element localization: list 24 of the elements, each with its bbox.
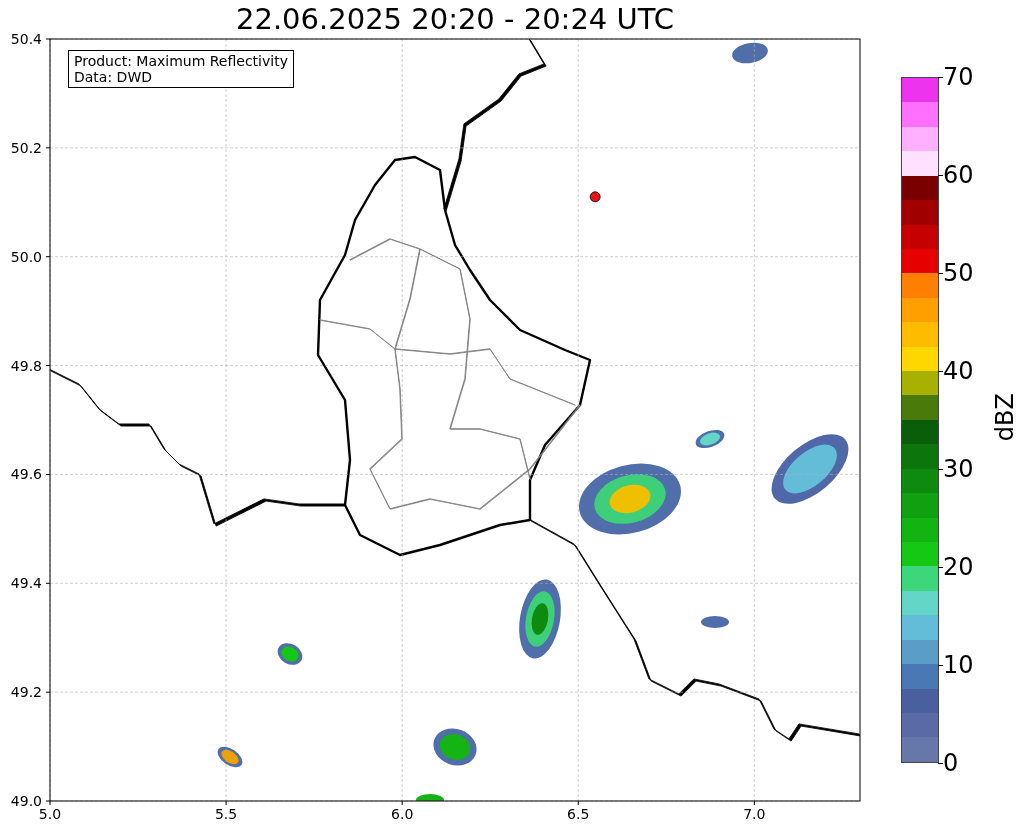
legend-text: Product: Maximum Reflectivity bbox=[74, 53, 288, 69]
colorbar-tick-label: 50 bbox=[943, 261, 974, 285]
x-tick-label: 6.5 bbox=[567, 807, 590, 821]
colorbar-tick-label: 40 bbox=[943, 359, 974, 383]
y-tick-label: 49.4 bbox=[10, 576, 42, 591]
x-tick-label: 5.0 bbox=[38, 807, 62, 821]
x-tick-label: 7.0 bbox=[743, 807, 766, 821]
x-tick-label: 6.0 bbox=[391, 807, 414, 821]
y-tick-label: 50.0 bbox=[10, 249, 42, 264]
y-tick-label: 50.2 bbox=[10, 140, 42, 155]
y-tick-label: 49.8 bbox=[10, 358, 42, 373]
colorbar-tick-label: 60 bbox=[943, 163, 974, 187]
colorbar-tick-label: 30 bbox=[943, 457, 974, 481]
colorbar-tick-label: 20 bbox=[943, 555, 974, 579]
colorbar-tick-label: 0 bbox=[943, 751, 959, 775]
x-tick-label: 5.5 bbox=[214, 807, 238, 821]
legend-text: Data: DWD bbox=[74, 69, 153, 85]
y-tick-label: 49.2 bbox=[10, 685, 42, 700]
y-tick-label: 49.0 bbox=[10, 794, 42, 808]
colorbar-tick-label: 10 bbox=[943, 653, 974, 677]
y-tick-label: 50.4 bbox=[10, 32, 42, 46]
colorbar-label: dBZ bbox=[990, 392, 1020, 442]
y-tick-label: 49.6 bbox=[10, 467, 42, 482]
colorbar-tick-label: 70 bbox=[943, 65, 974, 89]
